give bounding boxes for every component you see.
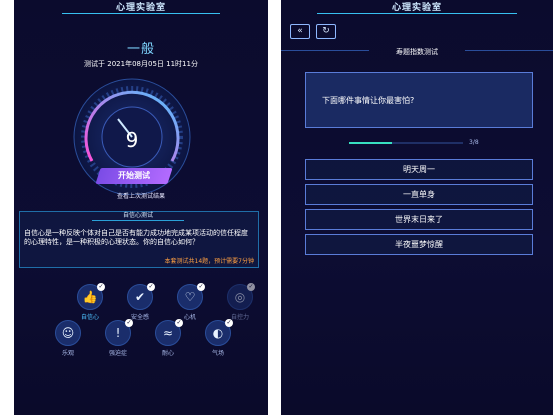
category-glyph: ≈ <box>162 326 174 340</box>
left-screen: 心理实验室 一般 测试于 2021年08月05日 11时11分 9 开始测试 查… <box>14 0 268 415</box>
description-text: 自信心是一种反映个体对自己是否有能力成功地完成某项活动的信任程度的心理特性，是一… <box>24 229 248 246</box>
score-value: 9 <box>126 128 139 152</box>
category-glyph: ◎ <box>234 290 246 304</box>
category-item[interactable]: ☺ 乐观 <box>48 320 88 357</box>
smile-icon: ☺ <box>55 320 81 346</box>
answer-option[interactable]: 半夜噩梦惊醒 <box>305 234 533 255</box>
description-footer: 本套测试共14题，预计需要7分钟 <box>164 258 254 265</box>
category-item[interactable]: ◐ ✓ 气场 <box>198 319 238 357</box>
answer-option[interactable]: 世界末日来了 <box>305 209 533 230</box>
category-glyph: 👍 <box>82 290 98 304</box>
check-icon: ✓ <box>97 283 105 291</box>
category-item[interactable]: ✔ ✓ 安全感 <box>120 283 160 321</box>
aura-icon: ◐ ✓ <box>205 319 233 346</box>
category-glyph: ✔ <box>134 290 146 304</box>
check-icon: ✓ <box>147 283 155 291</box>
check-icon: ✓ <box>125 319 133 327</box>
start-button-label: 开始测试 <box>118 171 150 180</box>
category-label: 强迫症 <box>108 350 127 357</box>
category-glyph: ♡ <box>184 290 196 304</box>
answer-option[interactable]: 一直单身 <box>305 184 533 205</box>
description-tab: 自信心测试 <box>92 211 184 221</box>
divider-right <box>465 50 553 51</box>
result-level: 一般 <box>126 42 155 57</box>
last-result-link[interactable]: 查看上次测试结果 <box>14 191 268 200</box>
test-description-card: 自信心测试 自信心是一种反映个体对自己是否有能力成功地完成某项活动的信任程度的心… <box>19 211 259 268</box>
header-title: 心理实验室 <box>391 3 443 13</box>
check-icon: ✓ <box>175 319 183 327</box>
header-title: 心理实验室 <box>115 3 167 13</box>
patience-icon: ≈ ✓ <box>155 319 183 346</box>
exclamation-icon: ! ✓ <box>105 319 133 346</box>
category-glyph: ☺ <box>61 326 75 340</box>
category-item[interactable]: ≈ ✓ 耐心 <box>148 319 188 357</box>
refresh-button[interactable]: ↻ <box>316 24 336 39</box>
category-glyph: ◐ <box>212 326 224 340</box>
check-icon: ✓ <box>225 319 233 327</box>
test-time: 测试于 2021年08月05日 11时11分 <box>84 60 198 68</box>
category-glyph: ! <box>115 326 121 340</box>
progress-bar <box>349 142 463 144</box>
control-icon: ◎ ✓ <box>227 283 255 310</box>
start-test-button[interactable]: 开始测试 <box>95 168 173 184</box>
check-icon: ✓ <box>247 283 255 291</box>
category-label: 乐观 <box>61 350 74 357</box>
category-item[interactable]: ! ✓ 强迫症 <box>98 319 138 357</box>
category-label: 气场 <box>211 350 224 357</box>
thumbs-up-icon: 👍 ✓ <box>77 283 105 310</box>
category-item[interactable]: 👍 ✓ 自信心 <box>70 283 110 321</box>
section-title: 寿题指数测试 <box>396 48 438 56</box>
refresh-icon: ↻ <box>322 26 330 36</box>
category-label: 耐心 <box>161 350 174 357</box>
double-chevron-left-icon: « <box>297 26 303 36</box>
category-item[interactable]: ◎ ✓ 自控力 <box>220 283 260 321</box>
right-screen: 心理实验室 « ↻ 寿题指数测试 下面哪件事情让你最害怕? 3/8 明天周一 一… <box>281 0 553 415</box>
question-card: 下面哪件事情让你最害怕? <box>305 72 533 128</box>
answer-option[interactable]: 明天周一 <box>305 159 533 180</box>
category-item[interactable]: ♡ ✓ 心机 <box>170 283 210 321</box>
shield-check-icon: ✔ ✓ <box>127 283 155 310</box>
category-grid: 👍 ✓ 自信心 ✔ ✓ 安全感 ♡ ✓ 心机 ◎ ✓ 自控力 ☺ 乐观 ! ✓ 强迫症 ≈… <box>14 283 268 357</box>
question-text: 下面哪件事情让你最害怕? <box>322 96 415 105</box>
check-icon: ✓ <box>197 283 205 291</box>
progress-text: 3/8 <box>469 139 479 146</box>
back-button[interactable]: « <box>290 24 310 39</box>
heart-icon: ♡ ✓ <box>177 283 205 310</box>
progress-fill <box>349 142 392 144</box>
